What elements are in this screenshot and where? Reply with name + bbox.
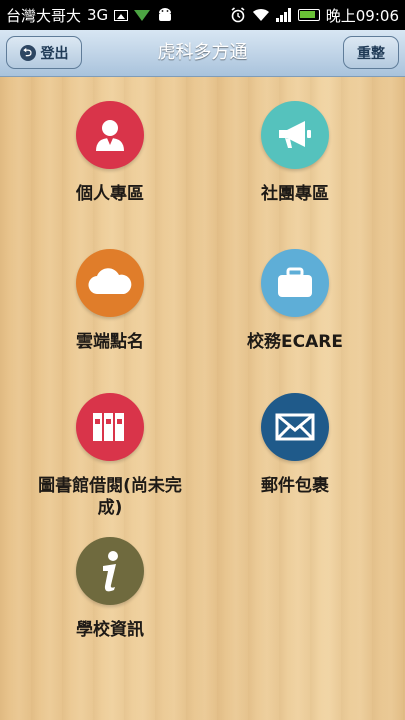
signal-icon	[275, 8, 291, 22]
back-arrow-icon: ⮌	[19, 44, 36, 61]
tile-label: 學校資訊	[76, 620, 144, 640]
briefcase-icon	[261, 249, 329, 317]
logout-button[interactable]: ⮌ 登出	[6, 36, 82, 69]
tile-cloud-roll-call[interactable]: 雲端點名	[20, 249, 200, 353]
reset-label: 重整	[357, 45, 385, 62]
tile-club-area[interactable]: 社團專區	[205, 101, 385, 205]
info-icon	[76, 537, 144, 605]
android-icon	[159, 8, 172, 21]
books-icon	[76, 393, 144, 461]
tile-label: 郵件包裹	[261, 476, 329, 496]
network-type: 3G	[87, 6, 109, 24]
battery-icon	[297, 9, 320, 21]
tile-library-borrowing[interactable]: 圖書館借閱(尚未完成)	[20, 393, 200, 519]
tile-school-ecare[interactable]: 校務ECARE	[205, 249, 385, 353]
wifi-icon	[252, 8, 269, 21]
tile-school-info[interactable]: 學校資訊	[20, 537, 200, 641]
tile-mail-parcel[interactable]: 郵件包裹	[205, 393, 385, 497]
menu-grid: 個人專區 社團專區 雲端點名 校務ECARE 圖書館借閱(尚未完成) 郵件包裹 …	[0, 77, 405, 720]
cloud-icon	[76, 249, 144, 317]
logout-label: 登出	[40, 45, 69, 62]
megaphone-icon	[261, 101, 329, 169]
tile-label: 個人專區	[76, 184, 144, 204]
download-notification-icon	[134, 9, 151, 21]
image-notification-icon	[114, 9, 129, 21]
tile-label: 雲端點名	[76, 332, 144, 352]
status-bar: 台灣大哥大 3G 晚上09:06	[0, 0, 405, 30]
clock-time: 晚上09:06	[325, 6, 399, 25]
mail-icon	[261, 393, 329, 461]
app-header: 虎科多方通 ⮌ 登出 重整	[0, 30, 405, 77]
reset-button[interactable]: 重整	[343, 36, 399, 69]
person-icon	[76, 101, 144, 169]
tile-personal-area[interactable]: 個人專區	[20, 101, 200, 205]
carrier-name: 台灣大哥大	[6, 6, 82, 25]
tile-label: 圖書館借閱(尚未完成)	[38, 476, 182, 518]
alarm-icon	[231, 7, 245, 23]
tile-label: 社團專區	[261, 184, 329, 204]
tile-label: 校務ECARE	[247, 332, 343, 352]
